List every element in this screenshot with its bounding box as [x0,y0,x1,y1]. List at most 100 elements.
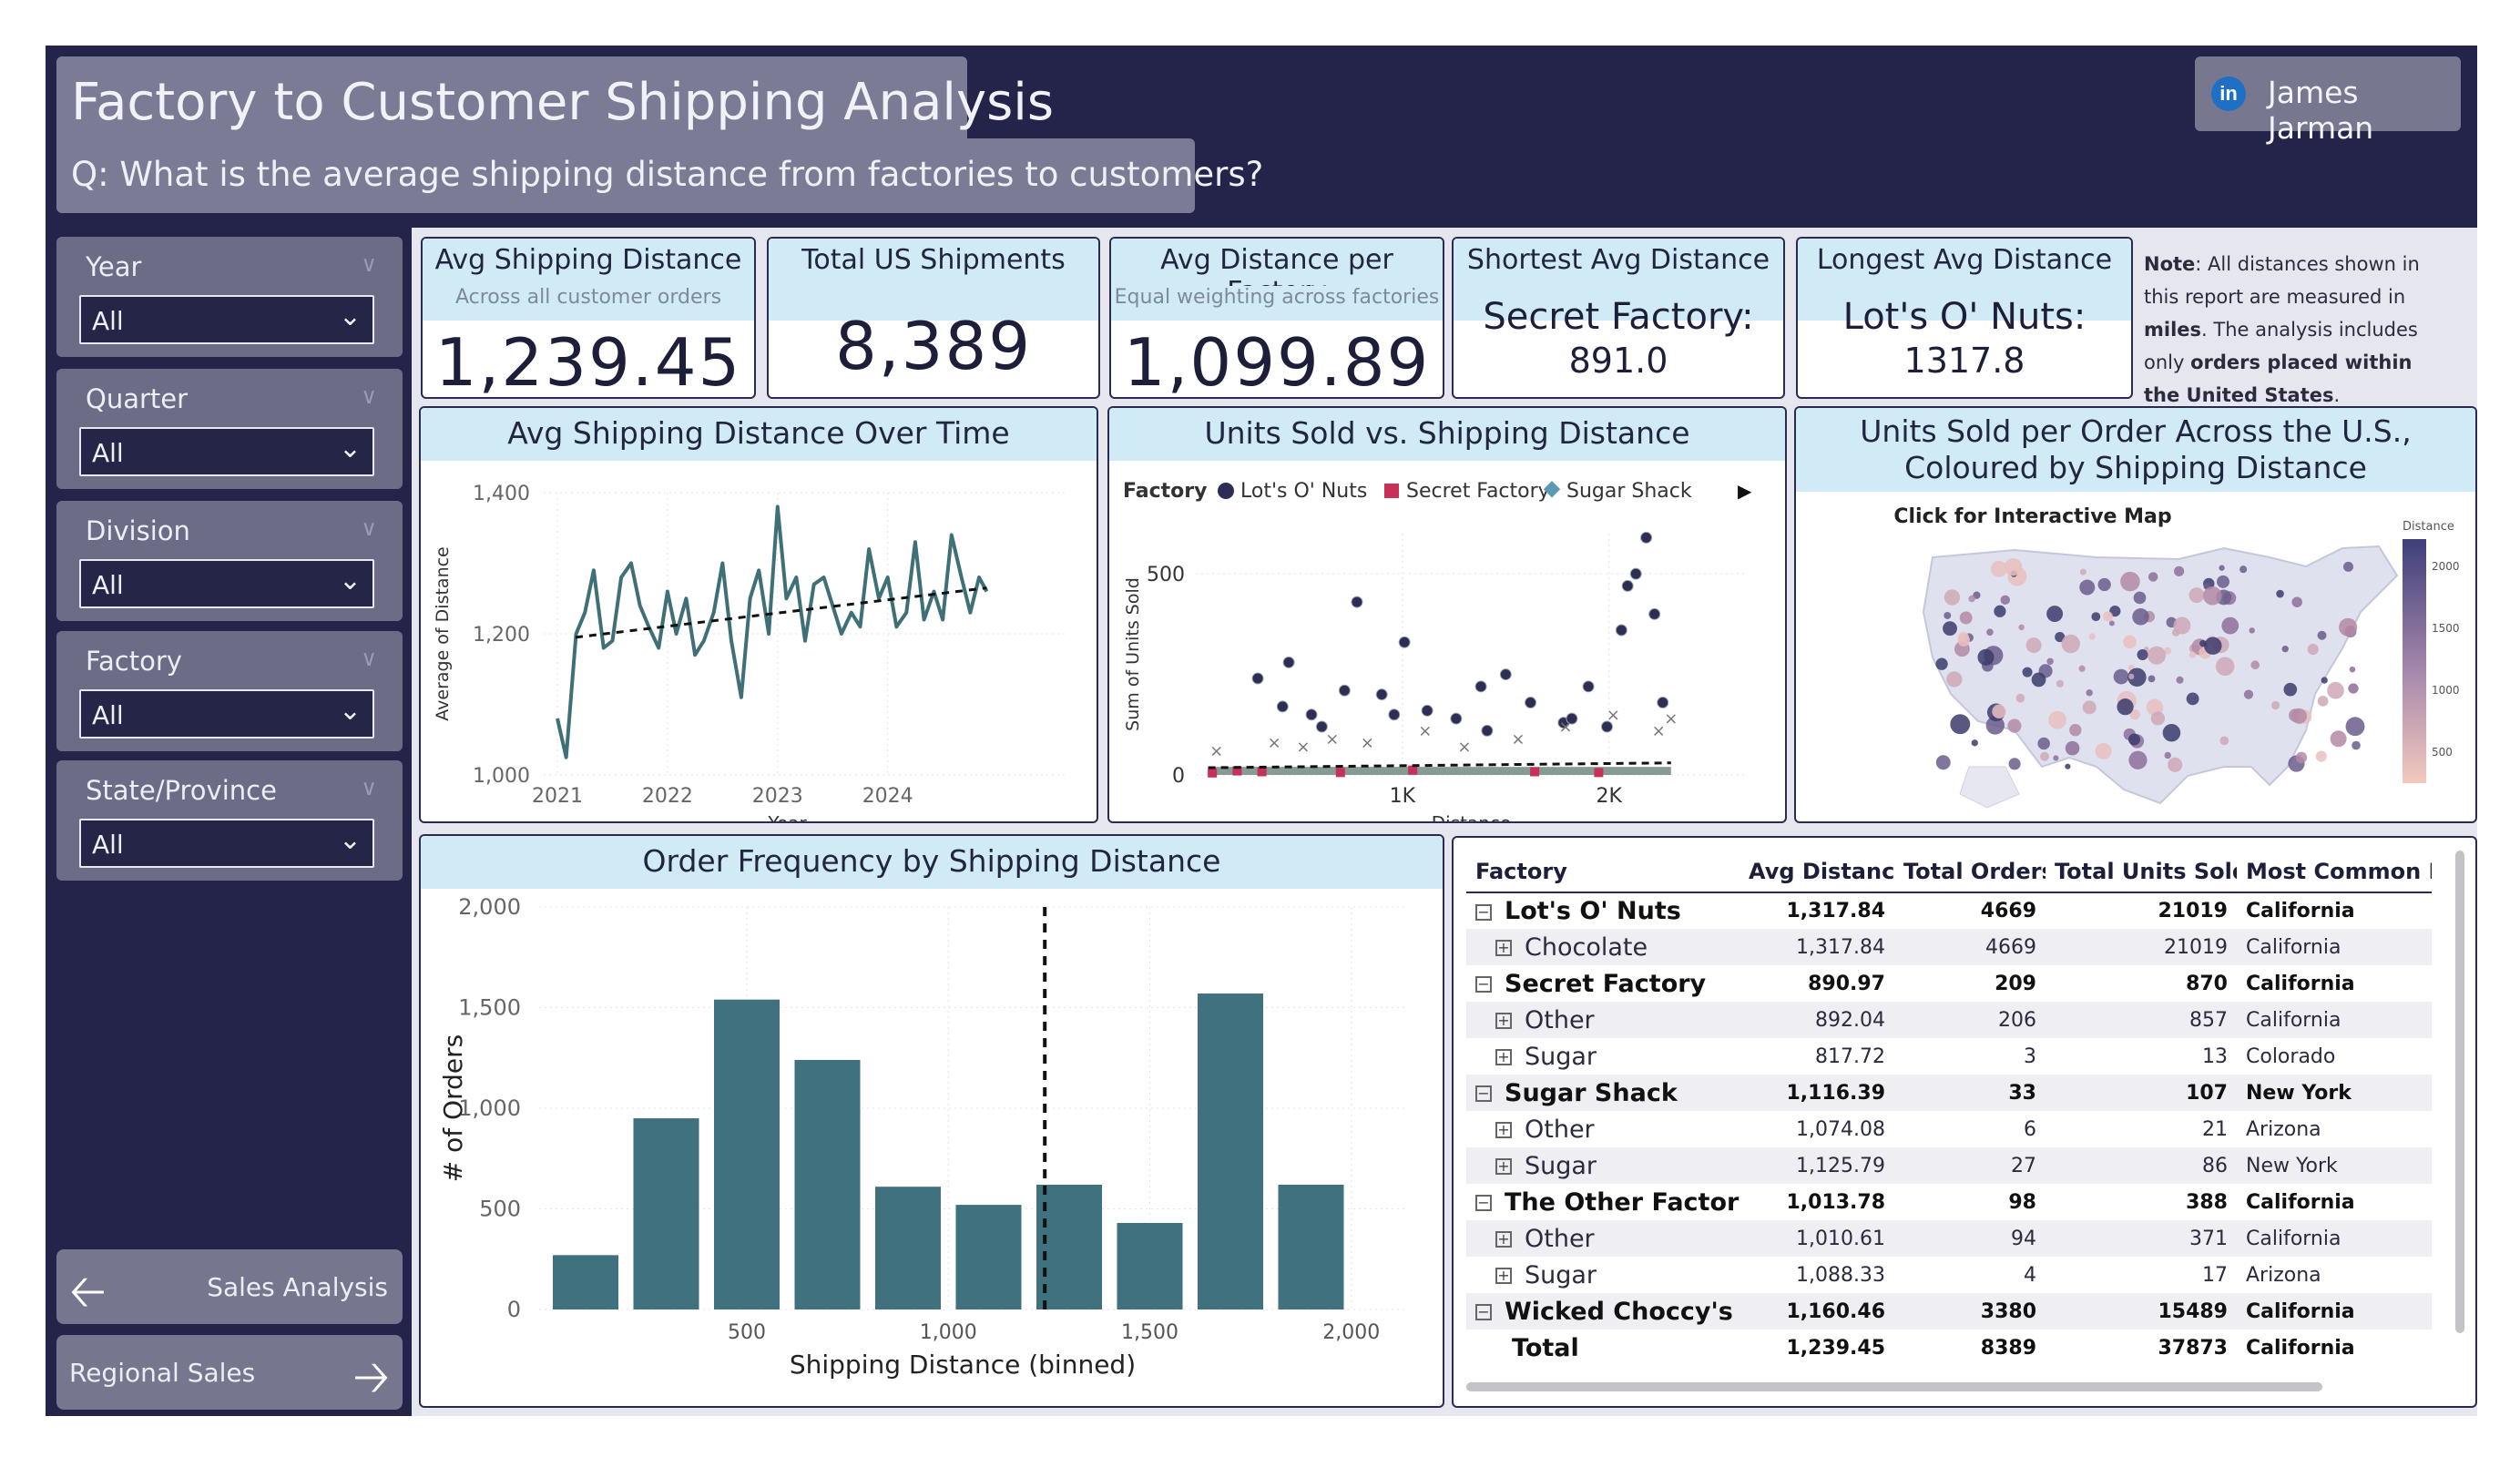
histogram-card[interactable]: Order Frequency by Shipping Distance 0 50… [419,834,1444,1408]
us-map[interactable]: Click for Interactive Map Distance 2000 150… [1796,494,2475,821]
data-point: × [1559,718,1573,737]
map-order-dot [2113,668,2129,685]
map-order-dot [2339,617,2358,637]
expand-icon[interactable]: + [1495,1231,1512,1248]
data-point: × [1209,742,1223,761]
vertical-scrollbar[interactable] [2455,851,2464,1333]
map-order-dot [2102,611,2113,622]
quarter-dropdown[interactable]: All ⌄ [79,427,374,476]
avg-distance-cell: 1,116.39 [1740,1075,1894,1111]
total-units-cell: 21019 [2158,900,2228,922]
y-tick-label: 1,200 [473,624,530,647]
row-label: Sugar Shack [1505,1078,1678,1107]
table-row[interactable]: − Secret Factory 890.97 209 870 California [1466,965,2432,1002]
map-order-dot [2088,633,2096,640]
state-province-dropdown[interactable]: All ⌄ [79,819,374,868]
horizontal-scrollbar[interactable] [1466,1382,2322,1391]
common-destination-cell: Colorado [2246,1044,2336,1068]
kpi-card-longest-avg[interactable]: Longest Avg Distance Lot's O' Nuts: 1317… [1796,237,2133,399]
column-header[interactable]: Factory [1466,851,1740,893]
row-label: Wicked Choccy's [1505,1297,1733,1326]
x-tick-label: 1K [1390,785,1416,808]
column-header[interactable]: Avg Distance [1740,851,1894,893]
x-tick-label: 500 [728,1321,766,1344]
table-row[interactable]: + Chocolate 1,317.84 4669 21019 California [1466,929,2432,965]
expand-icon[interactable]: + [1495,1122,1512,1138]
chevron-down-icon[interactable]: ∨ [361,383,377,409]
map-order-dot [2330,730,2347,748]
map-order-dot [2015,693,2025,703]
kpi-card-total-shipments[interactable]: Total US Shipments 8,389 [767,237,1100,399]
collapse-icon[interactable]: − [1475,1195,1492,1211]
table-row[interactable]: − Lot's O' Nuts 1,317.84 4669 21019 Californi… [1466,892,2432,929]
data-point: × [1418,721,1432,740]
map-order-dot [2007,718,2022,733]
map-order-dot [2008,758,2021,770]
histogram-bar [714,999,780,1309]
collapse-icon[interactable]: − [1475,1304,1492,1320]
table-row[interactable]: Total 1,239.45 8389 37873 California [1466,1330,2432,1366]
year-dropdown[interactable]: All ⌄ [79,295,374,344]
expand-icon[interactable]: + [1495,1268,1512,1284]
color-scale-bar [2403,539,2426,783]
table-row[interactable]: − The Other Factory 1,013.78 98 388 Californi… [1466,1184,2432,1220]
collapse-icon[interactable]: − [1475,903,1492,921]
map-order-dot [2056,679,2064,688]
map-order-dot [2168,757,2183,772]
map-order-dot [2148,675,2156,683]
sales-analysis-nav-button[interactable]: 🡠 Sales Analysis [56,1249,403,1324]
column-header[interactable]: Total Units Sold [2046,851,2237,893]
dropdown-value: All [92,438,124,468]
table-row[interactable]: + Sugar 1,088.33 4 17 Arizona [1466,1257,2432,1293]
kpi-card-avg-shipping[interactable]: Avg Shipping Distance Across all custome… [421,237,756,399]
legend-tick-label: 1000 [2432,684,2460,697]
collapse-icon[interactable]: − [1475,976,1492,993]
chevron-down-icon[interactable]: ∨ [361,775,377,800]
kpi-card-shortest-avg[interactable]: Shortest Avg Distance Secret Factory: 89… [1452,237,1785,399]
collapse-icon[interactable]: − [1475,1085,1492,1102]
table-row[interactable]: − Wicked Choccy's 1,160.46 3380 15489 Califor… [1466,1293,2432,1330]
slicer-division: Division ∨ All ⌄ [56,501,403,621]
row-label: Lot's O' Nuts [1505,897,1681,925]
chevron-down-icon[interactable]: ∨ [361,646,377,671]
chevron-down-icon[interactable]: ∨ [361,251,377,277]
map-card[interactable]: Units Sold per Order Across the U.S., Co… [1794,406,2477,823]
scatter-chart-card[interactable]: Units Sold vs. Shipping Distance Factory… [1107,406,1787,823]
total-units-cell: 13 [2202,1044,2228,1068]
table-row[interactable]: + Sugar 817.72 3 13 Colorado [1466,1038,2432,1075]
data-point: × [1607,706,1620,725]
kpi-card-avg-per-factory[interactable]: Avg Distance per Factory Equal weighting… [1109,237,1444,399]
expand-icon[interactable]: + [1495,1049,1512,1065]
total-orders-cell: 3 [2024,1044,2036,1068]
regional-sales-nav-button[interactable]: Regional Sales 🡢 [56,1335,403,1410]
column-header[interactable]: Total Orders [1894,851,2046,893]
data-point [1450,712,1463,725]
x-axis-label: Shipping Distance (binned) [790,1350,1136,1380]
factory-table-card[interactable]: Factory Avg Distance Total Orders Total Uni… [1452,836,2477,1408]
map-order-dot [2048,710,2066,729]
x-tick-label: 2021 [532,785,583,808]
data-point: × [1268,734,1281,753]
table-row[interactable]: − Sugar Shack 1,116.39 33 107 New York [1466,1075,2432,1111]
expand-icon[interactable]: + [1495,940,1512,956]
factory-dropdown[interactable]: All ⌄ [79,689,374,739]
division-dropdown[interactable]: All ⌄ [79,559,374,608]
map-order-dot [2086,688,2093,697]
legend-label: Sugar Shack [1566,480,1692,503]
chevron-down-icon[interactable]: ∨ [361,515,377,541]
table-row[interactable]: + Other 892.04 206 857 California [1466,1002,2432,1038]
line-chart-card[interactable]: Avg Shipping Distance Over Time 1,000 1,2… [419,406,1098,823]
map-order-dot [2091,612,2101,622]
expand-icon[interactable]: + [1495,1013,1512,1029]
linkedin-icon: in [2211,76,2246,111]
common-destination-cell: Arizona [2246,1117,2321,1141]
column-header[interactable]: Most Common De [2237,851,2432,893]
linkedin-author-button[interactable]: in James Jarman [2195,56,2461,146]
table-row[interactable]: + Sugar 1,125.79 27 86 New York [1466,1147,2432,1184]
table-row[interactable]: + Other 1,010.61 94 371 California [1466,1220,2432,1257]
expand-icon[interactable]: + [1495,1158,1512,1175]
chart-title: Order Frequency by Shipping Distance [421,836,1443,889]
data-point [1351,596,1363,608]
table-row[interactable]: + Other 1,074.08 6 21 Arizona [1466,1111,2432,1147]
chart-title: Units Sold per Order Across the U.S., Co… [1796,408,2475,492]
